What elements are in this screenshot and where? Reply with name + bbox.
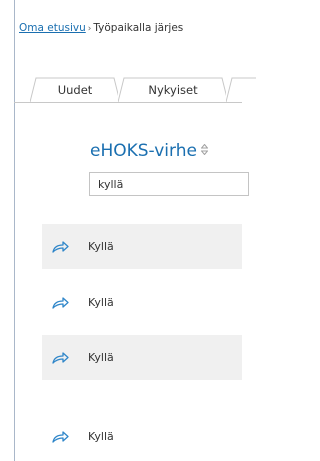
table-row: Kyllä (42, 335, 242, 380)
row-value: Kyllä (88, 430, 114, 443)
table-row: Kyllä (42, 280, 242, 325)
share-arrow-icon[interactable] (52, 351, 70, 365)
tab-next-shape (226, 77, 256, 102)
breadcrumb-home-link[interactable]: Oma etusivu (19, 22, 86, 34)
share-arrow-icon[interactable] (52, 240, 70, 254)
table-row: Kyllä (42, 414, 242, 459)
sort-icon[interactable] (200, 143, 209, 158)
tab-next[interactable] (226, 77, 256, 102)
breadcrumb-current: Työpaikalla järjes (93, 22, 184, 34)
share-arrow-icon[interactable] (52, 430, 70, 444)
tabs-baseline (14, 102, 242, 103)
table-row: Kyllä (42, 224, 242, 269)
tab-nykyiset-label: Nykyiset (148, 82, 198, 97)
row-value: Kyllä (88, 351, 114, 364)
share-arrow-icon[interactable] (52, 296, 70, 310)
content-frame-border (14, 0, 15, 461)
column-header-label: eHOKS-virhe (90, 141, 197, 161)
ehoks-virhe-filter-input[interactable] (89, 172, 249, 196)
tab-uudet[interactable]: Uudet (30, 77, 120, 102)
column-header-ehoks-virhe[interactable]: eHOKS-virhe (90, 141, 209, 161)
row-value: Kyllä (88, 240, 114, 253)
breadcrumb-separator: › (87, 24, 92, 34)
breadcrumb: Oma etusivu › Työpaikalla järjes (19, 22, 183, 34)
row-value: Kyllä (88, 296, 114, 309)
tab-uudet-label: Uudet (57, 82, 93, 97)
tab-nykyiset[interactable]: Nykyiset (118, 77, 228, 102)
